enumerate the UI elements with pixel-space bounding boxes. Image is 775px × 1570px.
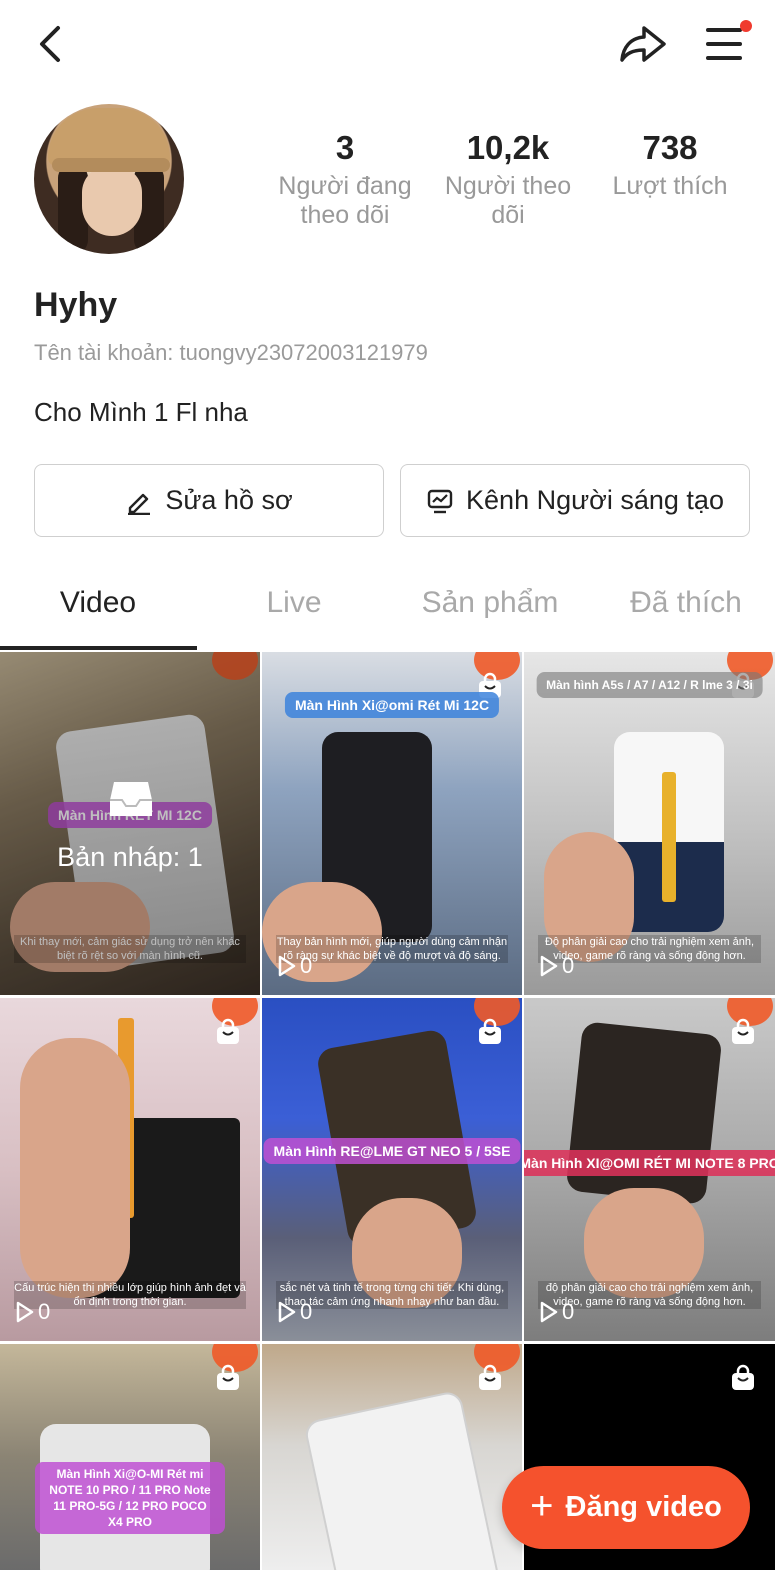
video-thumbnail[interactable]: Màn Hình XI@OMI RÉT MI NOTE 8 PRO độ phâ… (524, 998, 775, 1341)
top-bar (0, 0, 775, 90)
stat-label-line: dõi (491, 201, 525, 229)
stat-label: Người đang theo dõi (268, 172, 422, 230)
tab-bar: Video Live Sản phẩm Đã thích (0, 570, 775, 650)
stat-following[interactable]: 3 Người đang theo dõi (268, 128, 422, 230)
stat-value: 3 (335, 129, 355, 166)
video-thumbnail[interactable] (262, 1344, 522, 1570)
chart-icon (427, 489, 453, 513)
shopping-bag-icon[interactable] (214, 1364, 242, 1392)
play-icon (540, 955, 558, 977)
stat-value: 738 (642, 129, 698, 166)
avatar-hat-brim (52, 158, 170, 172)
view-count: 0 (16, 1299, 50, 1325)
stat-label-line: theo dõi (300, 201, 390, 229)
edit-profile-label: Sửa hồ sơ (165, 485, 293, 515)
stat-label-line: Người đang (278, 172, 412, 200)
pencil-icon (128, 493, 151, 515)
view-count-value: 0 (300, 1299, 313, 1324)
stat-likes[interactable]: 738 Lượt thích (600, 128, 740, 201)
creator-channel-label: Kênh Người sáng tạo (466, 485, 724, 515)
edit-profile-button[interactable]: Sửa hồ sơ (34, 464, 384, 537)
shopping-bag-icon[interactable] (214, 1018, 242, 1046)
view-count-value: 0 (562, 953, 575, 978)
notification-dot (740, 20, 752, 32)
view-count: 0 (540, 953, 574, 979)
view-count: 0 (278, 953, 312, 979)
view-count: 0 (278, 1299, 312, 1325)
video-label: Màn Hình RE@LME GT NEO 5 / 5SE (263, 1138, 521, 1164)
profile-bio: Cho Mình 1 Fl nha (34, 397, 248, 427)
view-count-value: 0 (300, 953, 313, 978)
hand (20, 1038, 130, 1298)
stat-label-line: Lượt thích (612, 172, 728, 200)
shopping-bag-icon[interactable] (729, 1018, 757, 1046)
tab-live[interactable]: Live (196, 586, 392, 620)
back-arrow-icon (40, 26, 60, 62)
video-label: Màn Hình Xi@O-MI Rét mi NOTE 10 PRO / 11… (35, 1462, 225, 1534)
share-button[interactable] (618, 22, 668, 66)
play-icon (278, 1301, 296, 1323)
profile-name: Hyhy (34, 286, 118, 324)
video-thumbnail[interactable]: Màn Hình Xi@O-MI Rét mi NOTE 10 PRO / 11… (0, 1344, 260, 1570)
creator-channel-button[interactable]: Kênh Người sáng tạo (400, 464, 750, 537)
stat-label-line: Người theo (444, 172, 572, 200)
post-video-label: Đăng video (565, 1491, 722, 1523)
video-grid: Màn Hình RẾT MI 12C Khi thay mới, cảm gi… (0, 652, 775, 1570)
plus-icon: + (530, 1483, 554, 1528)
video-label: Màn Hình XI@OMI RÉT MI NOTE 8 PRO (524, 1150, 775, 1176)
view-count: 0 (540, 1299, 574, 1325)
tab-liked[interactable]: Đã thích (588, 586, 775, 620)
draft-count: Bản nháp: 1 (57, 842, 203, 872)
stat-followers[interactable]: 10,2k Người theo dõi (434, 128, 582, 230)
video-thumbnail[interactable]: Màn Hình Xi@omi Rét Mi 12C Thay bản hình… (262, 652, 522, 995)
post-video-button[interactable]: + Đăng video (502, 1466, 750, 1549)
phone-screen (565, 1021, 723, 1205)
draft-overlay (0, 652, 260, 995)
stat-value: 10,2k (466, 129, 550, 166)
tab-products[interactable]: Sản phẩm (392, 586, 588, 620)
shopping-bag-icon[interactable] (729, 1364, 757, 1392)
share-icon (620, 26, 666, 62)
shopping-bag-icon[interactable] (476, 1018, 504, 1046)
video-thumbnail[interactable]: Cấu trúc hiện thị nhiều lớp giúp hình ản… (0, 998, 260, 1341)
video-thumbnail[interactable]: Màn Hình RE@LME GT NEO 5 / 5SE sắc nét v… (262, 998, 522, 1341)
play-icon (278, 955, 296, 977)
shopping-bag-icon[interactable] (476, 1364, 504, 1392)
play-icon (540, 1301, 558, 1323)
video-label: Màn Hình Xi@omi Rét Mi 12C (284, 692, 500, 718)
avatar-face (82, 166, 142, 236)
stat-label: Lượt thích (600, 172, 740, 201)
stat-label: Người theo dõi (434, 172, 582, 230)
view-count-value: 0 (562, 1299, 575, 1324)
menu-icon (706, 28, 742, 60)
video-thumbnail[interactable]: Màn Hình RẾT MI 12C Khi thay mới, cảm gi… (0, 652, 260, 995)
draft-tray-icon (110, 782, 152, 816)
tab-video[interactable]: Video (0, 586, 196, 620)
account-id: Tên tài khoản: tuongvy23072003121979 (34, 340, 428, 365)
menu-button[interactable] (704, 20, 754, 66)
avatar[interactable] (34, 104, 184, 254)
play-icon (16, 1301, 34, 1323)
view-count-value: 0 (38, 1299, 51, 1324)
active-tab-indicator (0, 646, 197, 650)
flex-cable (662, 772, 676, 902)
back-button[interactable] (30, 22, 70, 66)
video-label: Màn hình A5s / A7 / A12 / R lme 3 / 3i (536, 672, 763, 698)
video-thumbnail[interactable]: Màn hình A5s / A7 / A12 / R lme 3 / 3i Đ… (524, 652, 775, 995)
